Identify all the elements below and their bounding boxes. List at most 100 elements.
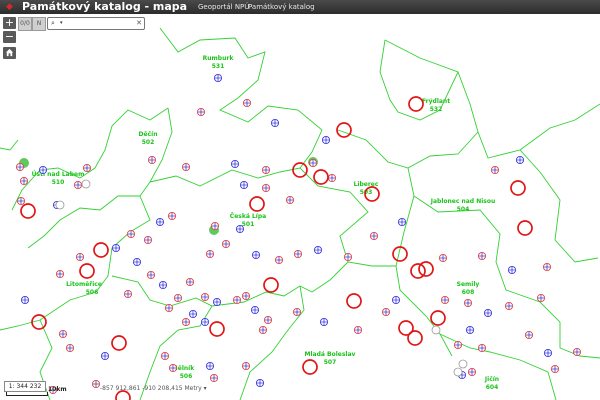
monument-marker[interactable] xyxy=(327,173,337,183)
monument-marker[interactable] xyxy=(55,269,65,279)
monument-marker[interactable] xyxy=(308,158,318,168)
monument-marker[interactable] xyxy=(232,295,242,305)
monument-highlight-ring[interactable] xyxy=(430,310,446,326)
monument-highlight-ring[interactable] xyxy=(115,390,131,400)
monument-marker[interactable] xyxy=(242,98,252,108)
monument-marker[interactable] xyxy=(241,291,251,301)
monument-highlight-ring[interactable] xyxy=(292,162,308,178)
grey-site-marker[interactable] xyxy=(453,367,463,377)
monument-marker[interactable] xyxy=(15,162,25,172)
monument-marker[interactable] xyxy=(16,196,26,206)
monument-marker[interactable] xyxy=(463,298,473,308)
monument-marker[interactable] xyxy=(185,277,195,287)
monument-highlight-ring[interactable] xyxy=(20,203,36,219)
monument-marker[interactable] xyxy=(239,180,249,190)
monument-marker[interactable] xyxy=(19,176,29,186)
monument-marker[interactable] xyxy=(391,295,401,305)
monument-highlight-ring[interactable] xyxy=(263,277,279,293)
zoom-in-button[interactable]: + xyxy=(3,17,16,29)
monument-marker[interactable] xyxy=(168,363,178,373)
scale-selector[interactable]: 1: 344 232 xyxy=(4,381,46,392)
monument-marker[interactable] xyxy=(158,280,168,290)
monument-highlight-ring[interactable] xyxy=(408,96,424,112)
monument-highlight-ring[interactable] xyxy=(510,180,526,196)
monument-marker[interactable] xyxy=(181,317,191,327)
monument-highlight-ring[interactable] xyxy=(346,293,362,309)
monument-marker[interactable] xyxy=(164,303,174,313)
monument-marker[interactable] xyxy=(213,73,223,83)
tool-button-measure[interactable]: 0/0 xyxy=(18,17,32,31)
monument-marker[interactable] xyxy=(20,295,30,305)
monument-marker[interactable] xyxy=(200,292,210,302)
monument-highlight-ring[interactable] xyxy=(418,261,434,277)
monument-marker[interactable] xyxy=(173,293,183,303)
monument-marker[interactable] xyxy=(465,325,475,335)
monument-marker[interactable] xyxy=(155,217,165,227)
monument-marker[interactable] xyxy=(524,330,534,340)
monument-marker[interactable] xyxy=(73,180,83,190)
monument-marker[interactable] xyxy=(126,229,136,239)
monument-marker[interactable] xyxy=(196,107,206,117)
monument-marker[interactable] xyxy=(212,297,222,307)
monument-marker[interactable] xyxy=(250,305,260,315)
monument-marker[interactable] xyxy=(261,183,271,193)
monument-highlight-ring[interactable] xyxy=(93,242,109,258)
monument-highlight-ring[interactable] xyxy=(407,330,423,346)
monument-marker[interactable] xyxy=(536,293,546,303)
monument-marker[interactable] xyxy=(181,162,191,172)
search-icon[interactable]: ⌕ xyxy=(51,18,55,29)
monument-marker[interactable] xyxy=(381,307,391,317)
search-input[interactable] xyxy=(66,19,132,27)
monument-marker[interactable] xyxy=(258,325,268,335)
monument-marker[interactable] xyxy=(235,224,245,234)
monument-marker[interactable] xyxy=(221,239,231,249)
grey-site-marker[interactable] xyxy=(458,359,468,369)
monument-marker[interactable] xyxy=(467,367,477,377)
grey-site-marker[interactable] xyxy=(431,325,441,335)
monument-marker[interactable] xyxy=(543,348,553,358)
monument-marker[interactable] xyxy=(241,361,251,371)
monument-marker[interactable] xyxy=(255,378,265,388)
monument-highlight-ring[interactable] xyxy=(517,220,533,236)
monument-marker[interactable] xyxy=(205,361,215,371)
map-canvas[interactable]: Rumburk 531 Frýdlant 532 Děčín 502 Ústí … xyxy=(0,14,600,400)
monument-marker[interactable] xyxy=(251,250,261,260)
monument-marker[interactable] xyxy=(75,252,85,262)
monument-marker[interactable] xyxy=(58,329,68,339)
monument-marker[interactable] xyxy=(274,255,284,265)
monument-marker[interactable] xyxy=(132,257,142,267)
monument-marker[interactable] xyxy=(263,315,273,325)
monument-marker[interactable] xyxy=(453,340,463,350)
monument-marker[interactable] xyxy=(230,159,240,169)
monument-marker[interactable] xyxy=(123,289,133,299)
monument-highlight-ring[interactable] xyxy=(111,335,127,351)
monument-marker[interactable] xyxy=(209,373,219,383)
grey-site-marker[interactable] xyxy=(81,179,91,189)
monument-marker[interactable] xyxy=(477,251,487,261)
monument-marker[interactable] xyxy=(515,155,525,165)
monument-marker[interactable] xyxy=(143,235,153,245)
monument-marker[interactable] xyxy=(319,317,329,327)
monument-marker[interactable] xyxy=(111,243,121,253)
monument-marker[interactable] xyxy=(477,343,487,353)
monument-marker[interactable] xyxy=(65,343,75,353)
monument-marker[interactable] xyxy=(100,351,110,361)
monument-marker[interactable] xyxy=(292,307,302,317)
monument-marker[interactable] xyxy=(210,221,220,231)
monument-marker[interactable] xyxy=(205,249,215,259)
monument-marker[interactable] xyxy=(504,301,514,311)
monument-marker[interactable] xyxy=(188,309,198,319)
monument-marker[interactable] xyxy=(167,211,177,221)
monument-marker[interactable] xyxy=(270,118,280,128)
monument-highlight-ring[interactable] xyxy=(79,263,95,279)
monument-marker[interactable] xyxy=(91,379,101,389)
zoom-out-button[interactable]: − xyxy=(3,31,16,43)
monument-marker[interactable] xyxy=(572,347,582,357)
monument-highlight-ring[interactable] xyxy=(209,321,225,337)
grey-site-marker[interactable] xyxy=(55,200,65,210)
monument-marker[interactable] xyxy=(483,308,493,318)
link-geoportal[interactable]: Geoportál NPÚ xyxy=(198,0,249,14)
monument-marker[interactable] xyxy=(160,351,170,361)
monument-marker[interactable] xyxy=(38,165,48,175)
monument-marker[interactable] xyxy=(490,165,500,175)
